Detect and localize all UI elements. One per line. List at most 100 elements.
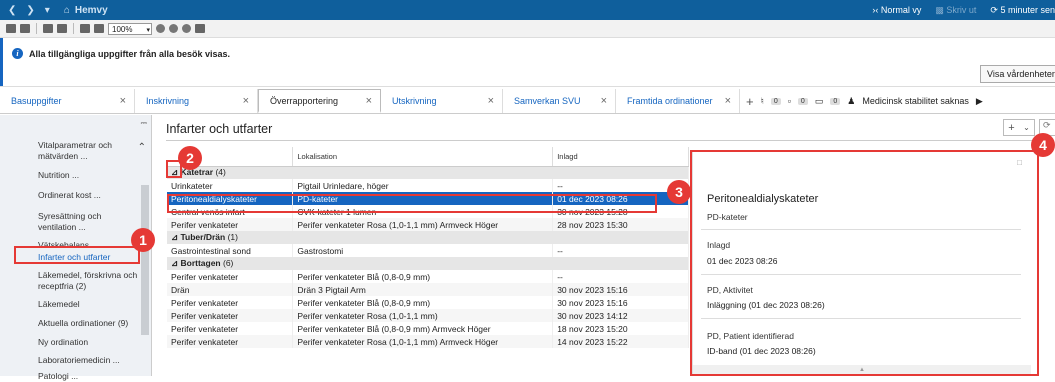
tab-extra: + ♮ 0 ▫ 0 ▭ 0 ♟ Medicinsk stabilitet saknas… bbox=[740, 89, 983, 113]
tag-icon[interactable]: ▶ bbox=[976, 96, 983, 107]
info-message: i Alla tillgängliga uppgifter från alla … bbox=[12, 48, 230, 59]
table-row[interactable]: Urinkateter Pigtail Urinledare, höger -- bbox=[167, 179, 689, 192]
table-row[interactable]: Perifer venkateter Perifer venkateter Ros… bbox=[167, 218, 689, 231]
column-header[interactable]: Inlagd bbox=[552, 147, 689, 167]
table-row[interactable]: Perifer venkateter Perifer venkateter Blå… bbox=[167, 296, 689, 309]
sidebar-item-ordinerat-kost[interactable]: Ordinerat kost ... bbox=[38, 190, 138, 201]
group-name: Borttagen bbox=[180, 258, 221, 268]
chevron-up-icon[interactable]: ⌃ bbox=[138, 142, 146, 153]
cell: Pigtail Urinledare, höger bbox=[292, 179, 554, 192]
add-tab-icon[interactable]: + bbox=[746, 94, 754, 109]
print-icon[interactable] bbox=[43, 24, 53, 33]
highlight-box bbox=[14, 246, 140, 264]
cell: Perifer venkateter bbox=[167, 322, 294, 335]
table-header: Lokalisation Inlagd bbox=[167, 147, 689, 167]
home-icon: ⌂ bbox=[63, 4, 70, 16]
close-icon[interactable]: × bbox=[120, 95, 126, 107]
sidebar-item-lakemedel-forskrivna[interactable]: Läkemedel, förskrivna och receptfria (2) bbox=[38, 270, 138, 292]
cell: 14 nov 2023 15:22 bbox=[552, 335, 689, 348]
table-row[interactable]: Drän Drän 3 Pigtail Arm 30 nov 2023 15:16 bbox=[167, 283, 689, 296]
binoculars-icon[interactable] bbox=[6, 24, 16, 33]
table-row[interactable]: Perifer venkateter Perifer venkateter Ros… bbox=[167, 335, 689, 348]
add-button[interactable]: + ⌄ bbox=[1003, 119, 1035, 136]
sidebar-item-laboratoriemedicin[interactable]: Laboratoriemedicin ... bbox=[38, 355, 138, 366]
toolbar-divider bbox=[73, 23, 74, 34]
chevron-down-icon: ⌄ bbox=[1023, 123, 1030, 132]
bell-icon[interactable]: ♮ bbox=[761, 96, 764, 107]
info-accent bbox=[0, 38, 3, 86]
tab-inskrivning[interactable]: Inskrivning × bbox=[135, 89, 258, 113]
tab-label: Samverkan SVU bbox=[514, 96, 581, 106]
cell: Drän 3 Pigtail Arm bbox=[292, 283, 554, 296]
highlight-box bbox=[167, 194, 657, 213]
record-icon[interactable] bbox=[156, 24, 165, 33]
sidebar-item-aktuella-ordinationer[interactable]: Aktuella ordinationer (9) bbox=[38, 318, 138, 329]
plus-icon: + bbox=[1008, 121, 1015, 134]
close-icon[interactable]: × bbox=[601, 95, 607, 107]
refresh-status[interactable]: ⟳ 5 minuter sen bbox=[990, 5, 1055, 16]
group-row-borttagen[interactable]: ⊿ Borttagen (6) bbox=[167, 257, 689, 270]
zoom-out-icon[interactable] bbox=[94, 24, 104, 33]
zoom-in-icon[interactable] bbox=[80, 24, 90, 33]
sidebar-item-lakemedel[interactable]: Läkemedel bbox=[38, 299, 138, 310]
zoom-select[interactable]: 100% ▾ bbox=[108, 22, 152, 35]
sidebar-item-nutrition[interactable]: Nutrition ... bbox=[38, 170, 138, 181]
cell: Perifer venkateter Blå (0,8-0,9 mm) bbox=[292, 270, 554, 283]
sidebar-item-patologi[interactable]: Patologi ... bbox=[38, 371, 138, 382]
dropdown-icon[interactable]: ▾ bbox=[45, 5, 50, 16]
cell: 30 nov 2023 15:16 bbox=[552, 296, 689, 309]
group-row-tuber-dran[interactable]: ⊿ Tuber/Drän (1) bbox=[167, 231, 689, 244]
marker-3: 3 bbox=[667, 180, 691, 204]
tab-framtida-ordinationer[interactable]: Framtida ordinationer × bbox=[616, 89, 740, 113]
message-icon[interactable]: ▫ bbox=[788, 96, 791, 106]
sidebar-item-ny-ordination[interactable]: Ny ordination bbox=[38, 337, 138, 348]
tab-utskrivning[interactable]: Utskrivning × bbox=[381, 89, 503, 113]
marker-2: 2 bbox=[178, 146, 202, 170]
table-row[interactable]: Gastrointestinal sond Gastrostomi -- bbox=[167, 244, 689, 257]
tab-basuppgifter[interactable]: Basuppgifter × bbox=[0, 89, 135, 113]
group-row-katetrar[interactable]: ⊿ Katetrar (4) bbox=[167, 166, 689, 179]
group-name: Tuber/Drän bbox=[180, 232, 226, 242]
table-row[interactable]: Perifer venkateter Perifer venkateter Blå… bbox=[167, 270, 689, 283]
table-row[interactable]: Perifer venkateter Perifer venkateter Blå… bbox=[167, 322, 689, 335]
sidebar-item-syresattning[interactable]: Syresättning och ventilation ... bbox=[38, 211, 138, 233]
cell: Perifer venkateter Rosa (1,0-1,1 mm) Arm… bbox=[292, 335, 554, 348]
back-arrow-icon[interactable]: ❮ bbox=[8, 5, 16, 16]
cell: -- bbox=[552, 244, 689, 257]
tab-label: Framtida ordinationer bbox=[627, 96, 713, 106]
inbox-icon[interactable]: ▭ bbox=[815, 96, 824, 107]
sidebar-item-vitalparametrar[interactable]: Vitalparametrar och mätvärden ... bbox=[38, 140, 138, 162]
highlight-box bbox=[690, 150, 1039, 376]
person-icon: ♟ bbox=[847, 95, 856, 106]
close-icon[interactable]: × bbox=[243, 95, 249, 107]
tab-label: Basuppgifter bbox=[11, 96, 62, 106]
tab-samverkan-svu[interactable]: Samverkan SVU × bbox=[503, 89, 616, 113]
pin-icon[interactable]: ⎓ bbox=[141, 118, 147, 128]
cell: Perifer venkateter Rosa (1,0-1,1 mm) Arm… bbox=[292, 218, 554, 231]
cell: Perifer venkateter bbox=[167, 218, 294, 231]
print-button[interactable]: ▩ Skriv ut bbox=[935, 5, 976, 16]
close-icon[interactable]: × bbox=[366, 95, 372, 107]
close-icon[interactable]: × bbox=[725, 95, 731, 107]
document-icon[interactable] bbox=[20, 24, 30, 33]
medicinsk-stabilitet[interactable]: Medicinsk stabilitet saknas bbox=[862, 96, 969, 106]
cell: Perifer venkateter Blå (0,8-0,9 mm) bbox=[292, 296, 554, 309]
tab-overrapportering[interactable]: Överrapportering × bbox=[258, 89, 381, 113]
info-text: Alla tillgängliga uppgifter från alla be… bbox=[29, 48, 231, 59]
forward-arrow-icon[interactable]: ❯ bbox=[26, 5, 34, 16]
column-header[interactable]: Lokalisation bbox=[292, 147, 554, 167]
cell: Urinkateter bbox=[167, 179, 294, 192]
house-icon[interactable] bbox=[195, 24, 205, 33]
circle-icon[interactable] bbox=[182, 24, 191, 33]
copy-icon[interactable] bbox=[57, 24, 67, 33]
home-button[interactable]: ⌂ Hemvy bbox=[64, 5, 108, 16]
cell: -- bbox=[552, 270, 689, 283]
close-icon[interactable]: × bbox=[488, 95, 494, 107]
stop-icon[interactable] bbox=[169, 24, 178, 33]
badge: 0 bbox=[830, 97, 841, 105]
visa-vardenheter-button[interactable]: Visa vårdenheter bbox=[980, 65, 1055, 83]
table-row[interactable]: Perifer venkateter Perifer venkateter Ros… bbox=[167, 309, 689, 322]
sidebar-scrollbar[interactable] bbox=[141, 185, 149, 335]
view-mode[interactable]: ›‹ Normal vy bbox=[872, 5, 921, 15]
group-count: (6) bbox=[223, 258, 234, 268]
